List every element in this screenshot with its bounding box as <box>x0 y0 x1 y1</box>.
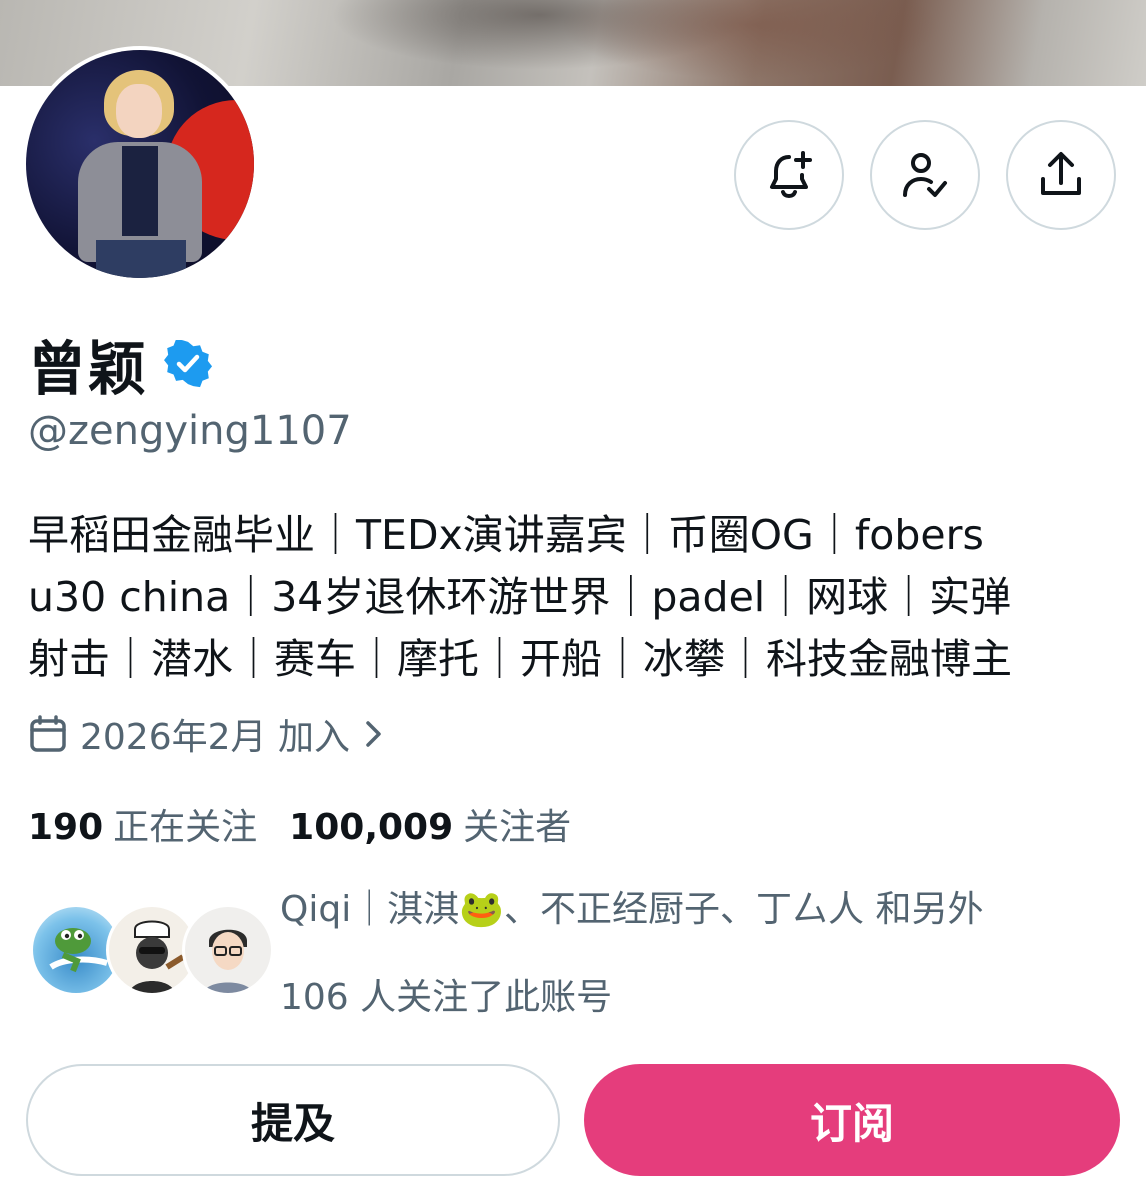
following-count: 190 <box>28 807 104 848</box>
avatar-image <box>26 50 254 278</box>
followers-you-know-avatars[interactable] <box>30 904 274 1004</box>
verified-badge-icon[interactable] <box>164 340 213 388</box>
share-button[interactable] <box>1006 120 1116 230</box>
profile-name: 曾颖 <box>28 335 149 403</box>
mention-button[interactable]: 提及 <box>26 1064 560 1176</box>
followers-label: 关注者 <box>463 807 572 848</box>
join-date-text: 2026年2月 加入 <box>80 717 350 758</box>
following-label: 正在关注 <box>113 807 258 848</box>
followers-link[interactable]: 100,009 关注者 <box>289 798 571 850</box>
bio-line: 早稻田金融毕业｜TEDx演讲嘉宾｜币圈OG｜fobers <box>28 511 984 559</box>
join-date-row[interactable]: 2026年2月 加入 <box>28 708 386 760</box>
profile-handle: @zengying1107 <box>28 408 352 454</box>
person-check-icon <box>903 153 947 197</box>
followers-you-know-count[interactable]: 106 人关注了此账号 <box>280 968 612 1020</box>
follow-status-button[interactable] <box>870 120 980 230</box>
bio-line: u30 china｜34岁退休环游世界｜padel｜网球｜实弹 <box>28 573 1012 621</box>
follow-stats: 190 正在关注 100,009 关注者 <box>28 798 571 850</box>
profile-name-row: 曾颖 <box>28 322 213 406</box>
profile-bio: 早稻田金融毕业｜TEDx演讲嘉宾｜币圈OG｜fobers u30 china｜3… <box>28 504 1128 690</box>
share-icon <box>1041 152 1081 195</box>
profile-avatar[interactable] <box>22 46 258 282</box>
followers-you-know-names[interactable]: Qiqi｜淇淇🐸、不正经厨子、丁厶人 和另外 <box>280 880 983 932</box>
calendar-icon <box>30 715 66 752</box>
chevron-right-icon <box>366 721 381 747</box>
followers-count: 100,009 <box>289 807 454 848</box>
bell-plus-icon <box>770 151 812 198</box>
bio-line: 射击｜潜水｜赛车｜摩托｜开船｜冰攀｜科技金融博主 <box>28 635 1012 683</box>
notify-button[interactable] <box>734 120 844 230</box>
subscribe-button[interactable]: 订阅 <box>584 1064 1120 1176</box>
following-link[interactable]: 190 正在关注 <box>28 798 257 850</box>
avatar <box>182 904 274 996</box>
